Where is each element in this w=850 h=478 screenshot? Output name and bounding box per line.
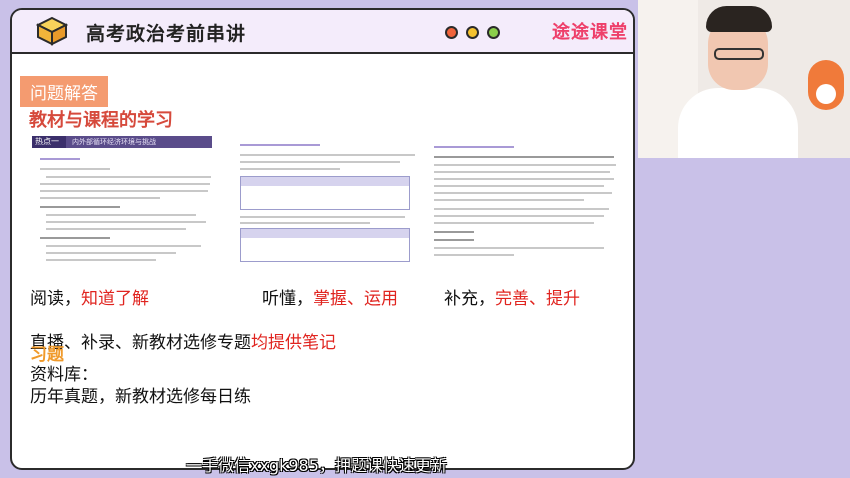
doc-line [46,221,206,223]
doc-line [240,161,400,163]
doc-banner-label: 热点一 [32,136,66,148]
doc-line [46,228,186,230]
doc-line [46,252,176,254]
row1-item-1-prefix: 阅读， [30,289,81,309]
row1-item-3-prefix: 补充， [444,289,495,309]
row1-item-2-prefix: 听懂， [262,289,313,309]
doc-line [434,164,616,166]
row1-item-3-highlight: 完善、提升 [495,289,580,309]
title-bar: 高考政治考前串讲 途途课堂 [12,10,633,54]
doc-line [434,156,614,158]
doc-line [434,247,604,249]
subtitle-caption: 一手微信xxgk985，押题课快速更新 [186,456,447,475]
doc-line [40,197,160,199]
doc-line [46,176,211,178]
screen: 高考政治考前串讲 途途课堂 问题解答 教材与课程的学习 热点一 内外部循环经济环… [0,0,850,478]
doc-line [434,231,474,233]
doc-line [240,168,340,170]
doc-banner-topic: 内外部循环经济环境与挑战 [72,138,156,146]
doc-line [40,168,110,170]
library-items: 历年真题，新教材选修每日练 [30,387,251,407]
window-dot-yellow[interactable] [466,26,479,39]
doc-line [40,206,120,208]
webcam-feed [638,0,850,158]
document-page-2 [232,136,417,264]
section-title: 教材与课程的学习 [29,110,173,131]
doc-table-2 [240,228,410,262]
presenter-hair [706,6,772,32]
doc-line [434,208,609,210]
document-page-1: 热点一 内外部循环经济环境与挑战 [32,136,217,264]
doc-line [434,254,514,256]
row1-item-2-highlight: 掌握、运用 [313,289,398,309]
doc-line [46,214,196,216]
doc-line [40,158,80,160]
doc-line [434,199,584,201]
doc-line [434,146,514,148]
cube-icon [36,16,68,46]
app-title: 高考政治考前串讲 [86,23,247,45]
row1-item-1-highlight: 知道了解 [81,289,149,309]
window-dot-green[interactable] [487,26,500,39]
notes-highlight: 均提供笔记 [251,333,336,353]
doc-line [240,154,415,156]
doc-line [40,237,110,239]
window-controls [445,26,500,39]
doc-line [434,171,610,173]
mascot-belly [816,84,836,104]
doc-line [434,222,594,224]
doc-line [434,192,612,194]
doc-line [40,190,208,192]
doc-line [46,259,156,261]
doc-line [46,245,201,247]
qa-tag: 问题解答 [20,76,108,107]
doc-line [434,215,604,217]
doc-line [40,183,210,185]
window-dot-red[interactable] [445,26,458,39]
row1-item-2: 听懂，掌握、运用 [262,284,398,309]
doc-line [240,222,370,224]
slide-window: 高考政治考前串讲 途途课堂 问题解答 教材与课程的学习 热点一 内外部循环经济环… [10,8,635,470]
doc-line [240,144,320,146]
doc-line [434,185,604,187]
document-page-3 [430,136,620,264]
doc-line [240,216,405,218]
row1-item-1: 阅读，知道了解 [30,284,149,309]
slide-content: 问题解答 教材与课程的学习 热点一 内外部循环经济环境与挑战 阅读，知道了解 听… [12,56,633,468]
document-preview: 热点一 内外部循环经济环境与挑战 [32,136,622,264]
doc-table-1 [240,176,410,210]
doc-line [434,178,614,180]
notes-line: 直播、补录、新教材选修专题均提供笔记 [30,328,336,353]
brand-logo: 途途课堂 [552,22,628,43]
presenter-glasses [714,48,764,60]
row1-item-3: 补充，完善、提升 [444,284,580,309]
presenter-body [678,88,798,158]
doc-line [434,239,474,241]
doc-banner: 热点一 内外部循环经济环境与挑战 [32,136,212,148]
